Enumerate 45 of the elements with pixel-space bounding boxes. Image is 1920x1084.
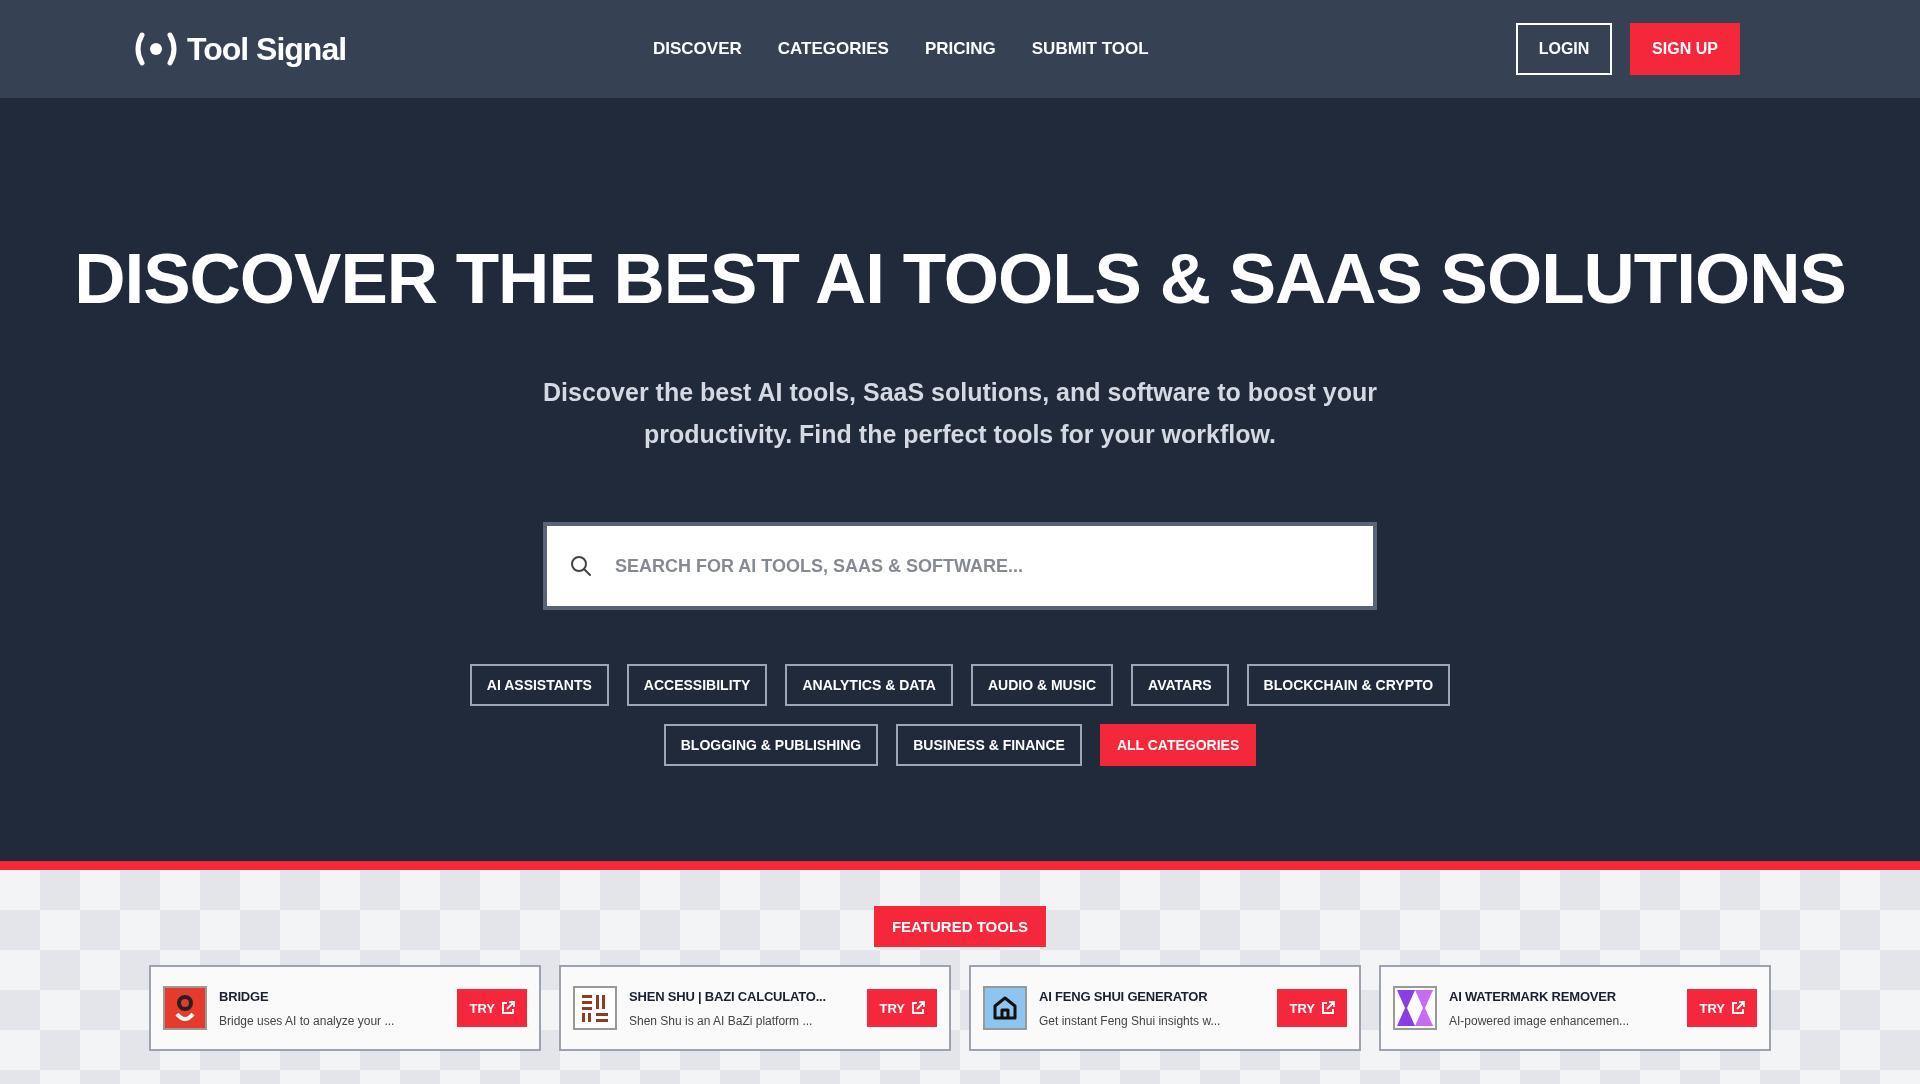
- tool-card[interactable]: SHEN SHU | BAZI CALCULATO... Shen Shu is an AI BaZi platform ... TRY: [559, 965, 951, 1051]
- sign-up-button[interactable]: SIGN UP: [1630, 23, 1740, 75]
- external-link-icon: [501, 1001, 515, 1015]
- category-button[interactable]: AI ASSISTANTS: [469, 664, 609, 706]
- tool-description: Shen Shu is an AI BaZi platform ...: [629, 1013, 814, 1028]
- tool-name: BRIDGE: [219, 988, 270, 1004]
- tool-card[interactable]: BRIDGE Bridge uses AI to analyze your ... TRY: [149, 965, 541, 1051]
- try-button[interactable]: TRY: [1277, 989, 1347, 1027]
- featured-tools-label: FEATURED TOOLS: [873, 906, 1047, 947]
- house-icon: [983, 986, 1027, 1030]
- all-categories-button[interactable]: ALL CATEGORIES: [1099, 724, 1257, 766]
- search-field[interactable]: SEARCH FOR AI TOOLS, SAAS & SOFTWARE...: [543, 522, 1377, 610]
- tool-name: SHEN SHU | BAZI CALCULATO...: [629, 988, 827, 1004]
- tool-description: AI-powered image enhancemen...: [1449, 1013, 1631, 1028]
- external-link-icon: [1321, 1001, 1335, 1015]
- tool-card[interactable]: AI WATERMARK REMOVER AI-powered image enhancemen... TRY: [1379, 965, 1771, 1051]
- external-link-icon: [1731, 1001, 1745, 1015]
- category-button[interactable]: AVATARS: [1131, 664, 1229, 706]
- tool-logo-icon: [573, 986, 617, 1030]
- login-button[interactable]: LOGIN: [1516, 23, 1612, 75]
- site-logo[interactable]: Tool Signal: [187, 30, 347, 68]
- tool-description: Get instant Feng Shui insights w...: [1039, 1013, 1222, 1028]
- nav-link[interactable]: DISCOVER: [653, 39, 742, 59]
- nav-link[interactable]: CATEGORIES: [777, 39, 889, 59]
- category-button[interactable]: BUSINESS & FINANCE: [896, 724, 1082, 766]
- category-button[interactable]: ACCESSIBILITY: [626, 664, 768, 706]
- category-button[interactable]: ANALYTICS & DATA: [785, 664, 953, 706]
- tool-name: AI FENG SHUI GENERATOR: [1039, 988, 1209, 1004]
- try-button[interactable]: TRY: [1687, 989, 1757, 1027]
- hero-subtitle: Discover the best AI tools, SaaS solutions, and software to boost your productivity. Find the perfect tools for your workflow.: [542, 377, 1378, 450]
- tool-description: Bridge uses AI to analyze your ...: [219, 1013, 396, 1028]
- tool-logo-icon: [163, 986, 207, 1030]
- category-button[interactable]: BLOCKCHAIN & CRYPTO: [1246, 664, 1451, 706]
- tool-card[interactable]: AI FENG SHUI GENERATOR Get instant Feng Shui insights w... TRY: [969, 965, 1361, 1051]
- hero-title: DISCOVER THE BEST AI TOOLS & SAAS SOLUTIONS: [74, 238, 1846, 319]
- try-button[interactable]: TRY: [867, 989, 937, 1027]
- tool-logo-icon: [1393, 986, 1437, 1030]
- external-link-icon: [911, 1001, 925, 1015]
- category-button[interactable]: AUDIO & MUSIC: [970, 664, 1114, 706]
- tool-name: AI WATERMARK REMOVER: [1449, 988, 1617, 1004]
- signal-logo-icon: [133, 32, 179, 66]
- category-button[interactable]: BLOGGING & PUBLISHING: [663, 724, 879, 766]
- nav-link[interactable]: SUBMIT TOOL: [1031, 39, 1149, 59]
- try-button[interactable]: TRY: [457, 989, 527, 1027]
- nav-link[interactable]: PRICING: [924, 39, 996, 59]
